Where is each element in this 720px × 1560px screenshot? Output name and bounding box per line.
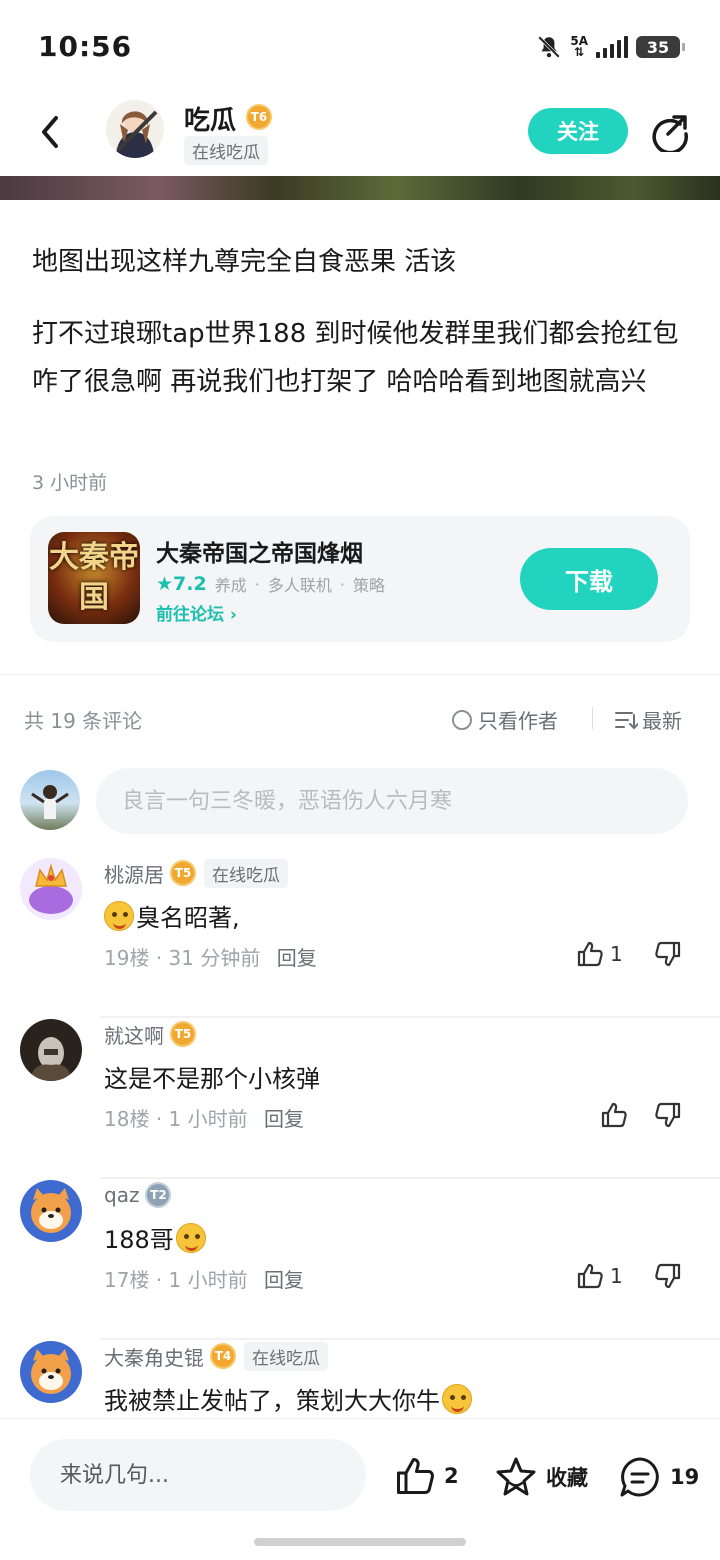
comment-item: 就这啊 T5 这是不是那个小核弹 18楼 · 1 小时前 回复 (0, 1019, 720, 1179)
my-avatar[interactable] (20, 770, 80, 830)
commenter-info: 桃源居 T5 在线吃瓜 (104, 858, 288, 888)
level-badge: T2 (145, 1182, 172, 1208)
comments-button[interactable]: 19 (618, 1455, 699, 1499)
status-icons: 5A ⇅ 35 (536, 34, 685, 60)
post-image[interactable] (0, 176, 720, 200)
like-button[interactable]: 1 (576, 1262, 623, 1290)
bell-off-icon (538, 36, 561, 58)
comment-text: 臭名昭著, (104, 898, 240, 933)
commenter-avatar[interactable] (20, 1019, 82, 1081)
comment-text: 这是不是那个小核弹 (104, 1065, 320, 1093)
post-header: 吃瓜 T6 在线吃瓜 关注 (0, 96, 720, 172)
divider (100, 1338, 720, 1340)
commenter-info: qaz T2 (104, 1180, 172, 1210)
comment-icon (620, 1457, 659, 1497)
comment-item: qaz T2 188哥 17楼 · 1 小时前 回复 1 (0, 1180, 720, 1340)
post-paragraph: 地图出现这样九尊完全自食恶果 活该 (32, 247, 457, 277)
thumbs-up-icon (577, 941, 603, 967)
smile-emoji-icon (104, 900, 134, 931)
commenter-name[interactable]: 桃源居 (104, 859, 164, 888)
sort-icon (615, 711, 638, 729)
commenter-avatar[interactable] (20, 858, 82, 920)
thumbs-down-icon[interactable] (654, 940, 682, 968)
reply-button[interactable]: 回复 (264, 1107, 304, 1131)
thumbs-down-icon[interactable] (654, 1101, 682, 1129)
commenter-avatar[interactable] (20, 1180, 82, 1242)
back-icon[interactable] (32, 110, 72, 154)
comment-input[interactable] (96, 768, 688, 834)
divider (0, 674, 720, 675)
forum-link[interactable]: 前往论坛 › (156, 600, 237, 625)
game-meta: ★7.2 养成 · 多人联机 · 策略 (156, 573, 385, 595)
level-badge: T5 (170, 1021, 196, 1047)
download-button[interactable]: 下载 (520, 548, 658, 610)
radio-icon (452, 709, 472, 730)
level-badge: T5 (170, 860, 196, 886)
like-post-button[interactable]: 2 (394, 1455, 459, 1497)
status-bar: 10:56 5A ⇅ 35 (0, 0, 720, 90)
chevron-right-icon: › (229, 605, 237, 625)
like-button[interactable] (600, 1101, 628, 1129)
game-title[interactable]: 大秦帝国之帝国烽烟 (156, 534, 363, 568)
only-author-toggle[interactable]: 只看作者 (452, 705, 558, 734)
home-indicator[interactable] (254, 1538, 466, 1546)
commenter-info: 就这啊 T5 (104, 1019, 196, 1049)
thumbs-up-icon (601, 1102, 627, 1128)
post-paragraph: 打不过琅琊tap世界188 到时候他发群里我们都会抢红包 咋了很急啊 再说我们也… (32, 319, 679, 397)
online-tag: 在线吃瓜 (244, 1341, 328, 1371)
game-score: ★7.2 (156, 573, 207, 595)
game-tag: 策略 (352, 576, 385, 595)
author-name[interactable]: 吃瓜 (184, 100, 236, 137)
signal-icon (596, 36, 628, 58)
commenter-avatar[interactable] (20, 1341, 82, 1403)
commenter-info: 大秦角史锟 T4 在线吃瓜 (104, 1341, 328, 1371)
commenter-name[interactable]: 大秦角史锟 (104, 1342, 204, 1371)
reply-input[interactable] (30, 1439, 366, 1511)
game-tag: 多人联机 (267, 576, 332, 595)
commenter-name[interactable]: 就这啊 (104, 1020, 164, 1049)
game-tag: 养成 (214, 576, 247, 595)
star-icon (496, 1457, 536, 1496)
comment-meta: 19楼 · 31 分钟前 回复 (104, 946, 317, 970)
reply-button[interactable]: 回复 (277, 946, 317, 970)
online-tag: 在线吃瓜 (184, 136, 268, 165)
thumbs-up-icon (397, 1458, 434, 1494)
network-type: 5A ⇅ (570, 34, 588, 59)
post-time: 3 小时前 (32, 472, 108, 494)
game-card[interactable]: 大秦帝国 大秦帝国之帝国烽烟 ★7.2 养成 · 多人联机 · 策略 前往论坛 › … (30, 516, 690, 642)
thumbs-down-icon[interactable] (654, 1262, 682, 1290)
online-tag: 在线吃瓜 (204, 858, 288, 888)
comment-item: 桃源居 T5 在线吃瓜 臭名昭著, 19楼 · 31 分钟前 回复 1 (0, 858, 720, 1018)
comments-count: 共 19 条评论 (24, 709, 143, 733)
comment-text: 我被禁止发帖了，策划大大你牛 (104, 1381, 472, 1416)
comment-meta: 18楼 · 1 小时前 回复 (104, 1107, 304, 1131)
status-time: 10:56 (38, 30, 133, 63)
follow-button[interactable]: 关注 (528, 108, 628, 154)
level-badge: T6 (246, 104, 272, 130)
game-icon[interactable]: 大秦帝国 (48, 532, 140, 624)
share-icon[interactable] (650, 112, 690, 152)
separator (592, 707, 593, 729)
comment-meta: 17楼 · 1 小时前 回复 (104, 1268, 304, 1292)
divider (100, 1016, 720, 1018)
commenter-name[interactable]: qaz (104, 1183, 139, 1207)
author-avatar[interactable] (106, 100, 164, 158)
grin-emoji-icon (175, 1222, 206, 1253)
thumbs-up-icon (577, 1263, 603, 1289)
divider (100, 1177, 720, 1179)
like-button[interactable]: 1 (576, 940, 623, 968)
battery-icon: 35 (636, 36, 685, 58)
star-icon: ★ (156, 573, 174, 595)
surprised-emoji-icon (442, 1383, 472, 1414)
collect-button[interactable]: 收藏 (494, 1455, 588, 1499)
level-badge: T4 (210, 1343, 236, 1369)
reply-button[interactable]: 回复 (264, 1268, 304, 1292)
comment-text: 188哥 (104, 1220, 206, 1255)
sort-button[interactable]: 最新 (614, 705, 682, 734)
